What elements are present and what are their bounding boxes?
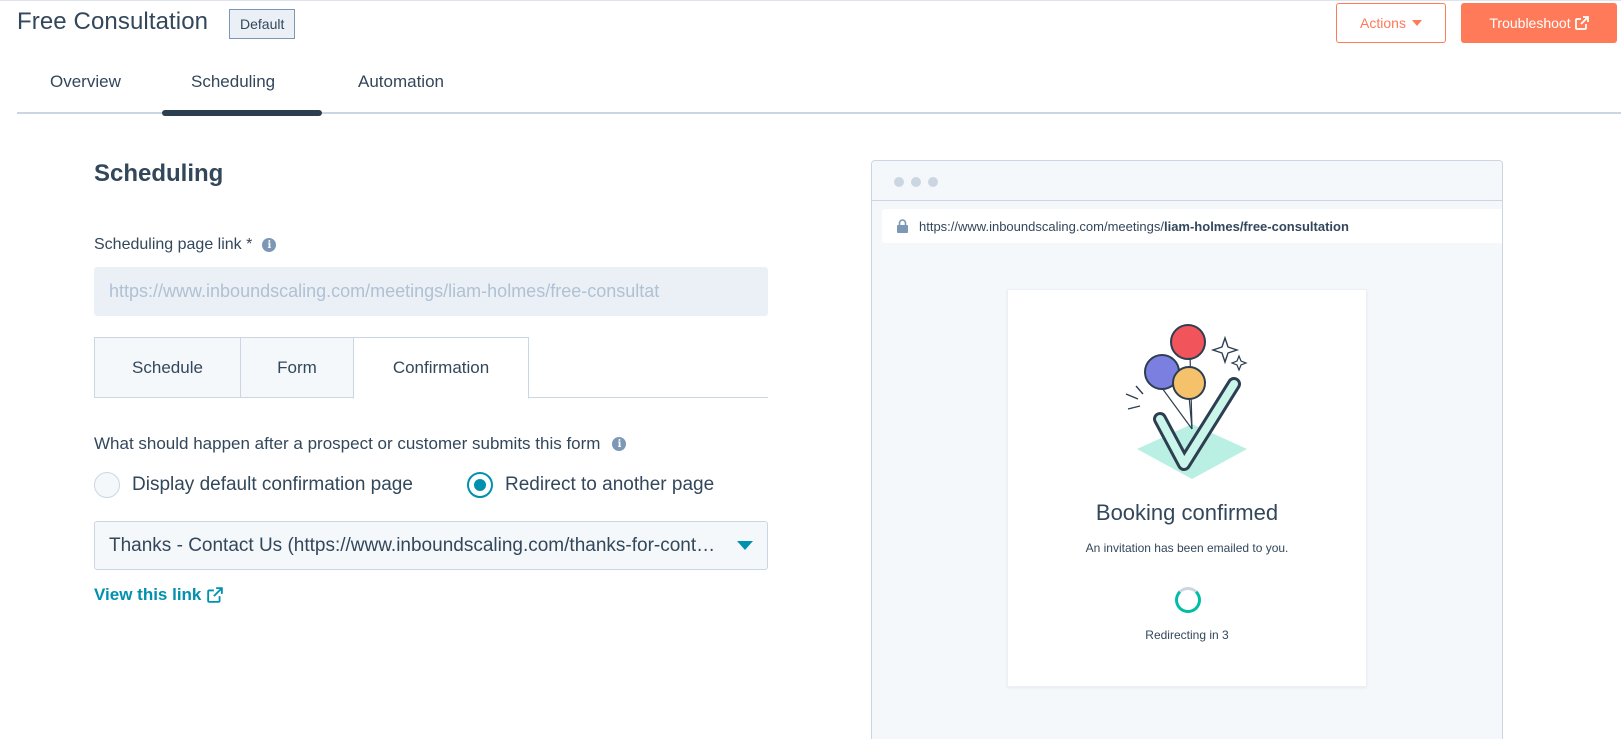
tab-overview[interactable]: Overview (50, 72, 121, 92)
subtab-form-label: Form (277, 357, 317, 377)
external-link-icon (1574, 16, 1589, 30)
troubleshoot-button[interactable]: Troubleshoot (1461, 3, 1617, 43)
preview-url-path: liam-holmes/free-consultation (1163, 218, 1349, 234)
main-tabs: Overview Scheduling Automation (17, 60, 1621, 116)
info-icon[interactable]: i (612, 437, 627, 451)
view-link[interactable]: View this link (94, 585, 224, 605)
section-title: Scheduling (94, 160, 224, 187)
radio-default-option[interactable]: Display default confirmation page (94, 472, 413, 498)
confirmation-question: What should happen after a prospect or c… (94, 434, 627, 454)
radio-redirect-option[interactable]: Redirect to another page (467, 472, 714, 498)
subtab-confirmation-label: Confirmation (392, 358, 490, 377)
subtab-confirmation[interactable]: Confirmation (353, 337, 529, 399)
browser-toolbar (872, 161, 1502, 201)
subtabs: Schedule Form Confirmation (94, 337, 768, 399)
balloons-check-illustration (1125, 324, 1248, 479)
spinner-icon (1175, 587, 1201, 613)
troubleshoot-label: Troubleshoot (1489, 15, 1571, 31)
booking-confirmed-subtitle: An invitation has been emailed to you. (1085, 541, 1289, 555)
caret-down-icon (1411, 20, 1422, 26)
caret-down-icon (737, 541, 753, 550)
scheduling-link-field[interactable]: https://www.inboundscaling.com/meetings/… (94, 267, 768, 316)
preview-browser: https://www.inboundscaling.com/meetings/… (871, 160, 1503, 739)
redirect-countdown: Redirecting in 3 (1145, 628, 1229, 642)
confirmation-question-text: What should happen after a prospect or c… (94, 434, 601, 453)
preview-url: https://www.inboundscaling.com/meetings/… (919, 219, 1349, 234)
info-icon[interactable]: i (262, 238, 277, 252)
actions-label: Actions (1360, 15, 1406, 31)
radio-redirect-label: Redirect to another page (505, 474, 715, 495)
lock-icon (897, 219, 908, 233)
actions-button[interactable]: Actions (1336, 3, 1446, 43)
booking-confirmed-title: Booking confirmed (1095, 500, 1279, 525)
confirmation-card: Booking confirmed An invitation has been… (1007, 289, 1367, 687)
tab-automation[interactable]: Automation (358, 72, 444, 92)
default-badge: Default (229, 9, 296, 39)
subtab-schedule[interactable]: Schedule (94, 337, 241, 398)
preview-url-prefix: https://www.inboundscaling.com/meetings/ (919, 218, 1164, 234)
window-dot (894, 177, 904, 187)
radio-default-label: Display default confirmation page (132, 474, 413, 495)
view-link-text: View this link (94, 585, 202, 604)
preview-url-bar: https://www.inboundscaling.com/meetings/… (882, 209, 1502, 243)
redirect-page-select[interactable]: Thanks - Contact Us (https://www.inbound… (94, 521, 768, 570)
page-title: Free Consultation (17, 8, 209, 35)
redirect-page-value: Thanks - Contact Us (https://www.inbound… (109, 534, 719, 556)
radio-redirect[interactable] (467, 472, 493, 498)
external-link-icon (207, 587, 224, 603)
active-tab-indicator (162, 110, 322, 116)
scheduling-link-label: Scheduling page link * i (94, 236, 277, 254)
radio-default[interactable] (94, 472, 120, 498)
scheduling-link-label-text: Scheduling page link * (94, 236, 253, 253)
top-border (0, 0, 1621, 1)
window-dot (911, 177, 921, 187)
tab-scheduling[interactable]: Scheduling (191, 72, 275, 92)
window-dot (928, 177, 938, 187)
subtab-form[interactable]: Form (240, 337, 354, 398)
subtab-schedule-label: Schedule (132, 357, 203, 377)
